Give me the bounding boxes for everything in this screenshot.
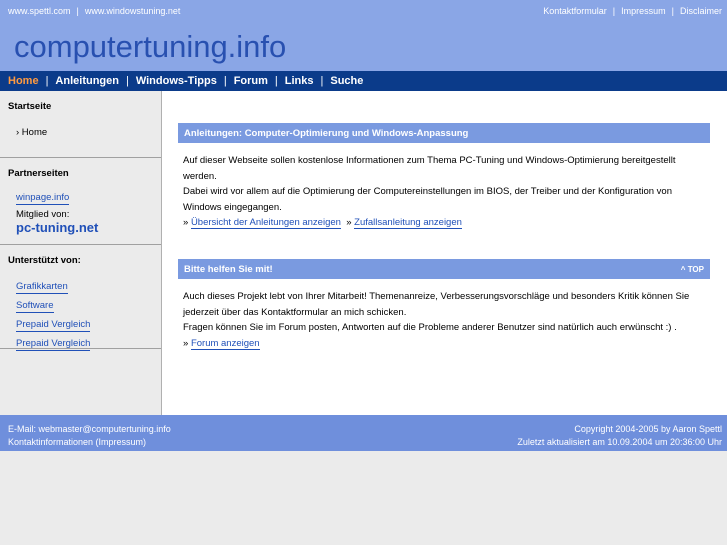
section-body-anleitungen: Auf dieser Webseite sollen kostenlose In…: [183, 153, 711, 231]
arrow-icon: »: [346, 217, 352, 228]
section-title-anleitungen: Anleitungen: Computer-Optimierung und Wi…: [184, 128, 469, 139]
link-impressum[interactable]: Impressum: [621, 6, 666, 16]
nav-item-suche[interactable]: Suche: [330, 75, 363, 87]
nav-item-links[interactable]: Links: [285, 75, 314, 87]
section-header-mithelfen: Bitte helfen Sie mit! ^ TOP: [178, 259, 710, 279]
site-title[interactable]: computertuning.info: [14, 29, 286, 65]
arrow-icon: »: [183, 217, 189, 228]
sidebar-link-pc-tuning[interactable]: pc-tuning.net: [16, 220, 98, 235]
separator: |: [45, 75, 49, 87]
separator: |: [320, 75, 324, 87]
sidebar-link-winpage[interactable]: winpage.info: [16, 191, 70, 205]
footer-email-label: E-Mail:: [8, 424, 37, 434]
sidebar-link-software[interactable]: Software: [16, 299, 54, 313]
separator: |: [612, 6, 616, 16]
intro-paragraph-2: Dabei wird vor allem auf die Optimierung…: [183, 186, 672, 213]
sidebar-section-support: Unterstützt von: Grafikkarten Software P…: [0, 245, 161, 351]
section-title-mithelfen: Bitte helfen Sie mit!: [184, 264, 273, 275]
main-nav: Home | Anleitungen | Windows-Tipps | Forum | Lin…: [0, 71, 727, 91]
footer-email-link[interactable]: webmaster@computertuning.info: [39, 424, 171, 434]
main-content: Anleitungen: Computer-Optimierung und Wi…: [162, 91, 727, 415]
separator: |: [274, 75, 278, 87]
sidebar-item-home[interactable]: › Home: [16, 127, 47, 138]
link-spettl[interactable]: www.spettl.com: [8, 6, 71, 16]
nav-item-forum[interactable]: Forum: [234, 75, 268, 87]
link-windowstuning[interactable]: www.windowstuning.net: [85, 6, 181, 16]
sidebar-section-partner: Partnerseiten winpage.info Mitglied von:…: [0, 158, 161, 245]
intro-paragraph-1: Auf dieser Webseite sollen kostenlose In…: [183, 155, 676, 182]
sidebar: Startseite › Home Partnerseiten winpage.…: [0, 91, 162, 415]
sidebar-section-startseite: Startseite › Home: [0, 91, 161, 158]
top-link[interactable]: ^ TOP: [681, 265, 704, 274]
separator: |: [125, 75, 129, 87]
link-disclaimer[interactable]: Disclaimer: [680, 6, 722, 16]
sidebar-heading-support: Unterstützt von:: [8, 255, 81, 266]
footer: E-Mail: webmaster@computertuning.info Ko…: [0, 415, 727, 451]
separator: |: [223, 75, 227, 87]
help-paragraph-2: Fragen können Sie im Forum posten, Antwo…: [183, 322, 677, 333]
link-uebersicht-anleitungen[interactable]: Übersicht der Anleitungen anzeigen: [190, 217, 341, 229]
arrow-icon: »: [183, 337, 189, 349]
section-header-anleitungen: Anleitungen: Computer-Optimierung und Wi…: [178, 123, 710, 143]
sidebar-member-text: Mitglied von:: [16, 209, 70, 220]
nav-item-anleitungen[interactable]: Anleitungen: [55, 75, 119, 87]
footer-contact-link[interactable]: Kontaktinformationen (Impressum): [8, 437, 146, 447]
separator: |: [76, 6, 79, 16]
top-bar: www.spettl.com | www.windowstuning.net Kon…: [0, 0, 727, 23]
top-links-left: www.spettl.com | www.windowstuning.net: [8, 6, 180, 16]
sidebar-heading-startseite: Startseite: [8, 101, 52, 112]
sidebar-link-grafikkarten[interactable]: Grafikkarten: [16, 280, 68, 294]
sidebar-heading-partner: Partnerseiten: [8, 168, 69, 179]
separator: |: [671, 6, 674, 16]
section-body-mithelfen: Auch dieses Projekt lebt von Ihrer Mitar…: [183, 289, 711, 351]
footer-copyright: Copyright 2004-2005 by Aaron Spettl: [574, 424, 722, 434]
sidebar-link-prepaid-vergleich-2[interactable]: Prepaid Vergleich: [16, 337, 91, 351]
top-links-right: Kontaktformular | Impressum | Disclaimer: [543, 6, 722, 16]
link-kontaktformular[interactable]: Kontaktformular: [543, 6, 607, 16]
nav-item-home[interactable]: Home: [8, 75, 39, 87]
nav-item-windows-tipps[interactable]: Windows-Tipps: [136, 75, 217, 87]
sidebar-link-prepaid-vergleich[interactable]: Prepaid Vergleich: [16, 318, 91, 332]
link-zufallsanleitung[interactable]: Zufallsanleitung anzeigen: [354, 217, 462, 229]
link-forum-anzeigen[interactable]: Forum anzeigen: [190, 337, 260, 350]
site-header: computertuning.info: [0, 23, 727, 71]
footer-last-updated: Zuletzt aktualisiert am 10.09.2004 um 20…: [517, 437, 722, 447]
help-paragraph-1: Auch dieses Projekt lebt von Ihrer Mitar…: [183, 291, 690, 318]
